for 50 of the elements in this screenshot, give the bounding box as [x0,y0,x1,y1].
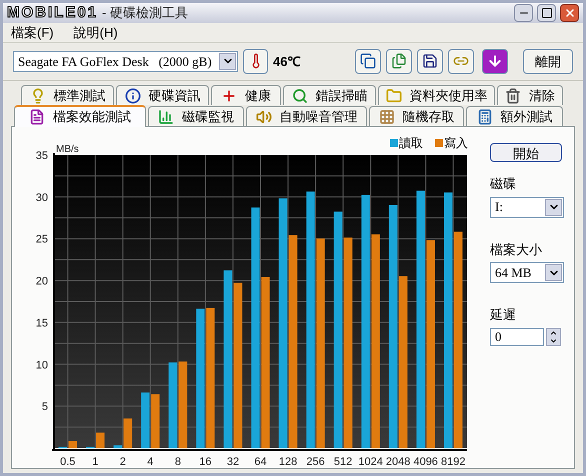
x-tick-label: 1 [92,456,98,468]
file-size-dropdown[interactable]: 64 MB [490,262,564,283]
menu-item[interactable]: 檔案(F) [11,22,54,42]
y-axis-label: MB/s [56,144,79,155]
x-tick-label: 0.5 [60,456,76,468]
tab[interactable]: 資料夾使用率 [378,85,495,105]
tab[interactable]: 健康 [211,85,281,105]
legend-label: 讀取 [399,136,423,150]
x-tick-label: 128 [278,456,298,468]
x-tick-label: 256 [306,456,325,468]
tab[interactable]: 隨機存取 [369,106,464,126]
y-tick-label: 10 [36,359,48,372]
tab[interactable]: 額外測試 [466,106,563,126]
x-tick-label: 4096 [413,456,438,468]
x-tick-label: 8192 [441,456,466,468]
tab[interactable]: 錯誤掃瞄 [283,85,376,105]
x-tick-label: 2048 [386,456,410,468]
exit-button[interactable]: 離開 [523,48,573,74]
start-button[interactable]: 開始 [490,143,562,162]
delay-label: 延遲 [490,306,517,324]
x-tick-label: 512 [334,456,352,468]
file-size-label: 檔案大小 [490,240,543,258]
y-tick-label: 35 [36,150,48,162]
legend-label: 寫入 [444,136,468,150]
tab[interactable]: 清除 [497,85,563,105]
temperature: 46℃ [273,52,302,71]
window-title: - 硬碟檢測工具 [102,4,189,22]
drive-dropdown[interactable]: Seagate FA GoFlex Desk (2000 gB) [13,50,238,72]
disk-label: 磁碟 [490,175,517,193]
x-tick-label: 64 [254,456,267,468]
tab[interactable]: 自動噪音管理 [246,106,367,126]
tab[interactable]: 硬碟資訊 [116,85,209,105]
x-tick-label: 8 [174,456,181,468]
y-tick-label: 30 [36,192,48,204]
y-tick-label: 20 [36,276,48,288]
tab[interactable]: 標準測試 [21,85,114,105]
x-tick-label: 32 [226,456,240,468]
y-tick-label: 25 [36,234,48,246]
disk-dropdown[interactable]: I: [490,196,564,218]
menu-item[interactable]: 說明(H) [74,22,118,42]
logo: MOBILE01 [7,5,98,20]
x-tick-label: 16 [199,456,212,468]
y-tick-label: 15 [36,317,48,330]
x-tick-label: 1024 [358,456,383,468]
delay-field[interactable]: 0 [490,328,544,346]
y-tick-label: 5 [42,401,48,414]
x-tick-label: 4 [147,456,154,468]
tab[interactable]: 檔案效能測試 [14,105,146,127]
x-tick-label: 2 [120,456,126,468]
tab[interactable]: 磁碟監視 [148,106,244,126]
